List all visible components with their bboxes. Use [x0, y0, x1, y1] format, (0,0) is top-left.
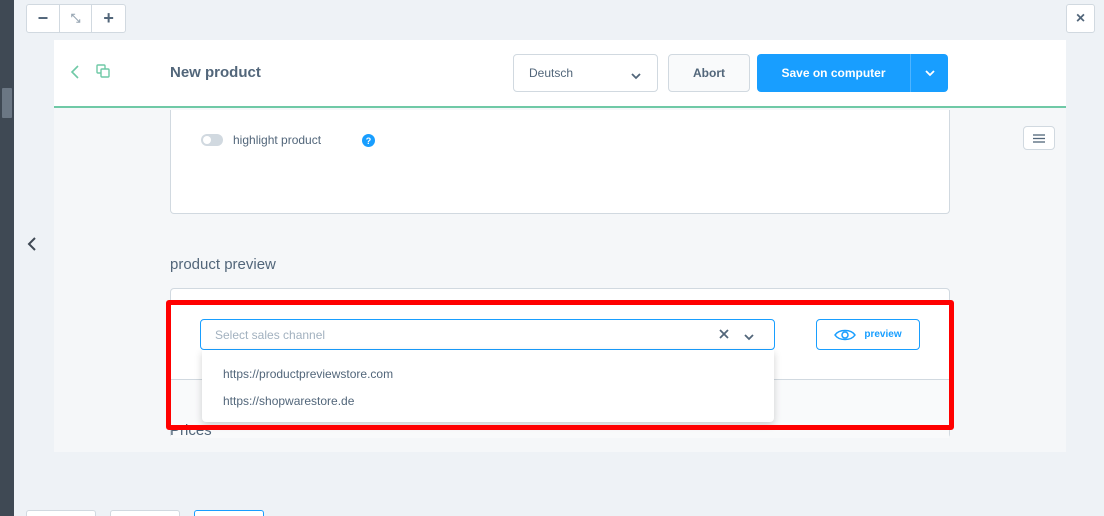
sidebar-menu-button[interactable]	[1023, 126, 1055, 150]
collapse-arrow-icon[interactable]	[24, 233, 40, 255]
zoom-in-button[interactable]: +	[92, 5, 125, 32]
close-button[interactable]: ×	[1066, 4, 1095, 33]
language-select[interactable]: Deutsch	[513, 54, 658, 92]
dropdown-option[interactable]: https://productpreviewstore.com	[202, 360, 774, 387]
language-value: Deutsch	[529, 66, 574, 80]
abort-button[interactable]: Abort	[668, 54, 750, 92]
highlight-label: highlight product	[233, 133, 322, 147]
chevron-down-icon	[631, 69, 641, 83]
prices-title: Prices	[170, 422, 212, 439]
background-thumbnail	[2, 88, 12, 118]
products-module-icon	[96, 64, 112, 80]
highlight-toggle[interactable]	[201, 134, 223, 146]
page-title: New product	[170, 64, 261, 81]
preview-button-label: preview	[864, 329, 902, 340]
product-detail-panel: New product Deutsch Abort Save on comput…	[54, 40, 1066, 452]
help-icon[interactable]: ?	[362, 134, 375, 147]
sales-channel-placeholder: Select sales channel	[215, 327, 326, 342]
hamburger-icon	[1033, 133, 1045, 143]
sales-channel-select[interactable]: Select sales channel	[200, 319, 775, 350]
back-icon[interactable]	[70, 64, 82, 82]
save-options-button[interactable]	[910, 54, 948, 92]
preview-button[interactable]: preview	[816, 319, 920, 350]
bottom-tabs	[26, 510, 264, 516]
zoom-out-button[interactable]: −	[27, 5, 60, 32]
bottom-tab-active[interactable]	[194, 510, 264, 516]
background-sidebar	[0, 0, 14, 516]
eye-icon	[834, 329, 857, 340]
smart-bar: New product Deutsch Abort Save on comput…	[54, 40, 1066, 108]
bottom-tab[interactable]	[110, 510, 180, 516]
chevron-down-icon[interactable]	[743, 329, 755, 341]
bottom-tab[interactable]	[26, 510, 96, 516]
sales-channel-dropdown: https://productpreviewstore.com https://…	[202, 350, 774, 422]
highlight-card: highlight product ?	[170, 110, 950, 214]
zoom-fit-button[interactable]: ⤡	[60, 5, 93, 32]
product-preview-title: product preview	[170, 256, 276, 273]
chevron-down-icon	[924, 69, 935, 76]
zoom-controls: − ⤡ +	[26, 4, 126, 33]
clear-icon[interactable]	[717, 327, 731, 341]
save-button[interactable]: Save on computer	[757, 54, 910, 92]
dropdown-option[interactable]: https://shopwarestore.de	[202, 387, 774, 414]
